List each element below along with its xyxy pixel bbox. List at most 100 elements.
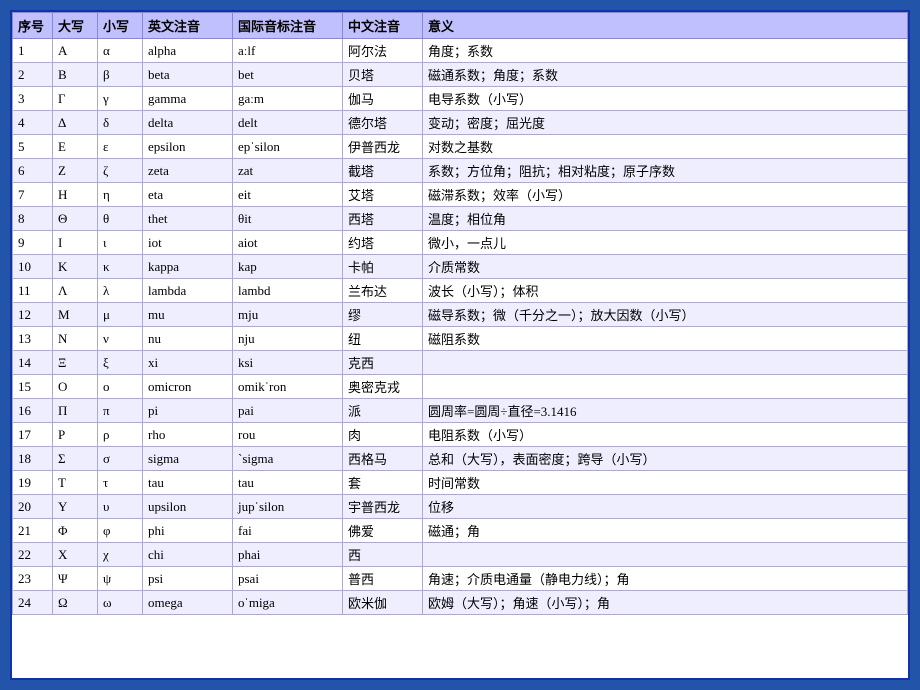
cell-seq: 18: [13, 447, 53, 471]
cell-upper: Φ: [53, 519, 98, 543]
cell-ipa: oˈmiga: [233, 591, 343, 615]
cell-en: delta: [143, 111, 233, 135]
cell-cn: 克西: [343, 351, 423, 375]
cell-seq: 21: [13, 519, 53, 543]
cell-meaning: 磁导系数；微（千分之一）；放大因数（小写）: [423, 303, 908, 327]
cell-lower: ν: [98, 327, 143, 351]
cell-ipa: ksi: [233, 351, 343, 375]
cell-ipa: epˈsilon: [233, 135, 343, 159]
header-cn: 中文注音: [343, 13, 423, 39]
cell-en: mu: [143, 303, 233, 327]
cell-seq: 4: [13, 111, 53, 135]
cell-ipa: eit: [233, 183, 343, 207]
table-row: 6Ζζzetazat截塔系数；方位角；阻抗；相对粘度；原子序数: [13, 159, 908, 183]
table-row: 1Ααalphaaːlf阿尔法角度；系数: [13, 39, 908, 63]
cell-upper: Η: [53, 183, 98, 207]
cell-upper: Ξ: [53, 351, 98, 375]
table-row: 8Θθthetθit西塔温度；相位角: [13, 207, 908, 231]
cell-lower: κ: [98, 255, 143, 279]
table-row: 7Ηηetaeit艾塔磁滞系数；效率（小写）: [13, 183, 908, 207]
table-row: 18Σσsigma`sigma西格马总和（大写），表面密度；跨导（小写）: [13, 447, 908, 471]
cell-upper: Δ: [53, 111, 98, 135]
table-body: 1Ααalphaaːlf阿尔法角度；系数2Ββbetabet贝塔磁通系数；角度；…: [13, 39, 908, 615]
table-row: 13Ννnunju纽磁阻系数: [13, 327, 908, 351]
cell-ipa: `sigma: [233, 447, 343, 471]
cell-seq: 15: [13, 375, 53, 399]
cell-meaning: 电导系数（小写）: [423, 87, 908, 111]
cell-upper: Ω: [53, 591, 98, 615]
cell-meaning: 时间常数: [423, 471, 908, 495]
cell-upper: Θ: [53, 207, 98, 231]
cell-upper: Μ: [53, 303, 98, 327]
cell-lower: λ: [98, 279, 143, 303]
cell-meaning: 微小，一点儿: [423, 231, 908, 255]
cell-upper: Υ: [53, 495, 98, 519]
greek-alphabet-table: 序号 大写 小写 英文注音 国际音标注音 中文注音 意义 1Ααalphaaːl…: [12, 12, 908, 615]
cell-lower: ι: [98, 231, 143, 255]
cell-meaning: 欧姆（大写）；角速（小写）；角: [423, 591, 908, 615]
cell-lower: β: [98, 63, 143, 87]
cell-upper: Ψ: [53, 567, 98, 591]
cell-en: psi: [143, 567, 233, 591]
cell-meaning: [423, 375, 908, 399]
cell-en: omicron: [143, 375, 233, 399]
cell-lower: η: [98, 183, 143, 207]
cell-cn: 截塔: [343, 159, 423, 183]
cell-lower: α: [98, 39, 143, 63]
cell-seq: 17: [13, 423, 53, 447]
cell-meaning: 系数；方位角；阻抗；相对粘度；原子序数: [423, 159, 908, 183]
cell-lower: θ: [98, 207, 143, 231]
cell-seq: 11: [13, 279, 53, 303]
cell-lower: γ: [98, 87, 143, 111]
header-row: 序号 大写 小写 英文注音 国际音标注音 中文注音 意义: [13, 13, 908, 39]
cell-cn: 奥密克戎: [343, 375, 423, 399]
cell-en: phi: [143, 519, 233, 543]
cell-meaning: 磁通系数；角度；系数: [423, 63, 908, 87]
cell-meaning: 对数之基数: [423, 135, 908, 159]
cell-en: thet: [143, 207, 233, 231]
cell-seq: 2: [13, 63, 53, 87]
cell-lower: υ: [98, 495, 143, 519]
cell-upper: Β: [53, 63, 98, 87]
cell-cn: 艾塔: [343, 183, 423, 207]
cell-meaning: 介质常数: [423, 255, 908, 279]
cell-meaning: [423, 351, 908, 375]
cell-lower: τ: [98, 471, 143, 495]
cell-upper: Τ: [53, 471, 98, 495]
table-row: 21Φφphifai佛爱磁通；角: [13, 519, 908, 543]
cell-cn: 肉: [343, 423, 423, 447]
cell-en: sigma: [143, 447, 233, 471]
cell-cn: 西: [343, 543, 423, 567]
cell-seq: 12: [13, 303, 53, 327]
cell-lower: ζ: [98, 159, 143, 183]
cell-cn: 佛爱: [343, 519, 423, 543]
cell-upper: Κ: [53, 255, 98, 279]
cell-meaning: 角度；系数: [423, 39, 908, 63]
table-row: 24Ωωomegaoˈmiga欧米伽欧姆（大写）；角速（小写）；角: [13, 591, 908, 615]
cell-upper: Ν: [53, 327, 98, 351]
cell-ipa: kap: [233, 255, 343, 279]
cell-seq: 8: [13, 207, 53, 231]
cell-lower: ρ: [98, 423, 143, 447]
cell-cn: 派: [343, 399, 423, 423]
cell-seq: 22: [13, 543, 53, 567]
cell-en: iot: [143, 231, 233, 255]
cell-ipa: tau: [233, 471, 343, 495]
cell-upper: Γ: [53, 87, 98, 111]
header-en: 英文注音: [143, 13, 233, 39]
cell-ipa: nju: [233, 327, 343, 351]
cell-en: tau: [143, 471, 233, 495]
cell-ipa: pai: [233, 399, 343, 423]
cell-en: omega: [143, 591, 233, 615]
cell-meaning: 磁阻系数: [423, 327, 908, 351]
table-row: 17Ρρrhorou肉电阻系数（小写）: [13, 423, 908, 447]
cell-ipa: delt: [233, 111, 343, 135]
cell-ipa: psai: [233, 567, 343, 591]
cell-en: gamma: [143, 87, 233, 111]
cell-lower: ε: [98, 135, 143, 159]
cell-ipa: phai: [233, 543, 343, 567]
cell-seq: 1: [13, 39, 53, 63]
cell-lower: π: [98, 399, 143, 423]
cell-upper: Π: [53, 399, 98, 423]
table-row: 14Ξξxiksi克西: [13, 351, 908, 375]
